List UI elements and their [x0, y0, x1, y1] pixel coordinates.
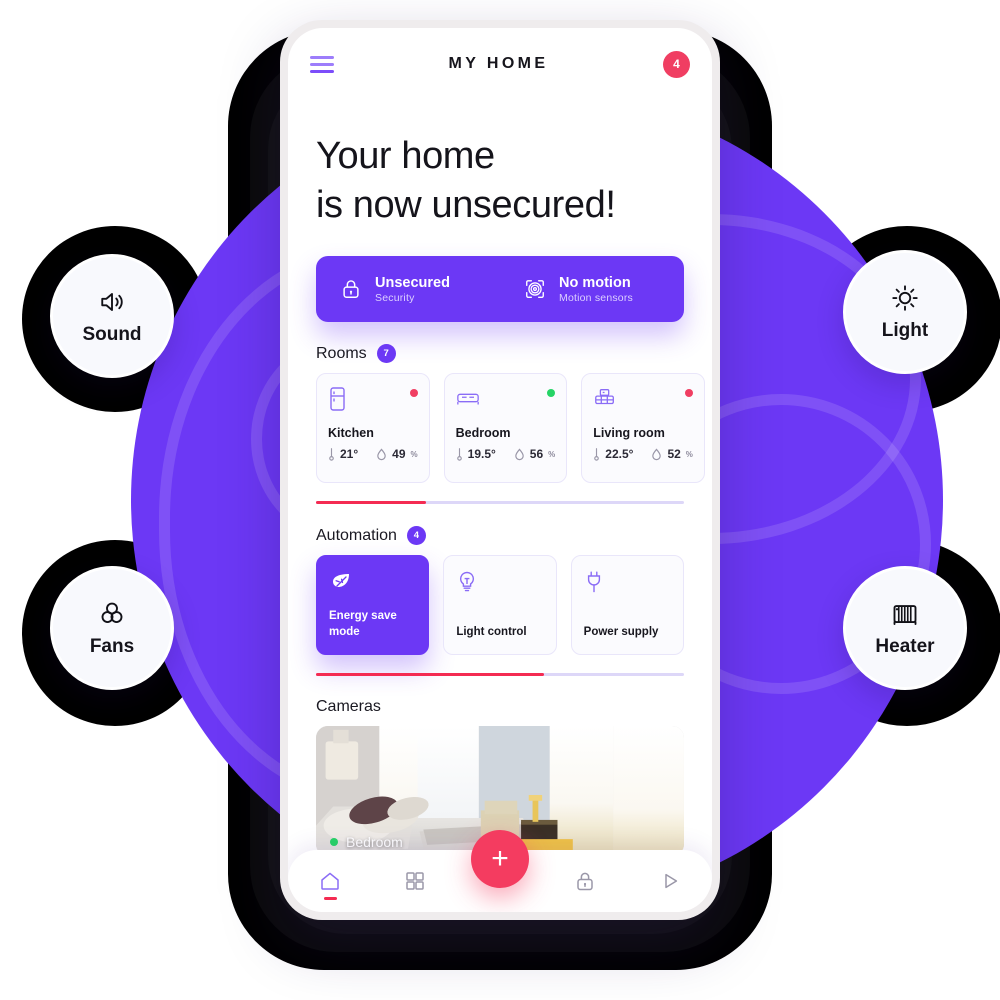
add-button[interactable]: +: [471, 830, 529, 888]
room-status-dot: [684, 389, 693, 398]
thermometer-icon: [594, 448, 600, 461]
automation-card-power-supply[interactable]: Power supply: [570, 555, 684, 656]
automation-scroll-indicator[interactable]: [316, 673, 684, 677]
automation-count-badge: 4: [406, 526, 426, 546]
headline: Your home is now unsecured!: [288, 100, 712, 230]
room-name: Bedroom: [455, 426, 511, 441]
headline-line-2: is now unsecured!: [316, 184, 616, 227]
automation-title: Automation: [316, 526, 397, 544]
status-banner[interactable]: Unsecured Security No motion Motion sens…: [316, 256, 684, 323]
sofa-icon: [595, 389, 615, 405]
thermometer-icon: [456, 448, 462, 461]
nav-active-indicator: [323, 897, 337, 900]
bubble-label: Fans: [89, 635, 135, 657]
rooms-title: Rooms: [316, 344, 367, 362]
leaf-icon: [333, 574, 349, 588]
camera-feed-label: Bedroom: [330, 834, 403, 850]
room-status-dot: [547, 389, 556, 398]
nav-item-grid[interactable]: [373, 850, 458, 912]
room-temperature: 21°: [328, 447, 358, 461]
room-card-living-room[interactable]: Living room 22.5° 52%: [581, 373, 705, 484]
automation-label: Energy save mode: [329, 610, 397, 638]
bubble-fans[interactable]: Fans: [50, 566, 174, 690]
home-icon: [321, 872, 340, 890]
phone-screen: MY HOME 4 Your home is now unsecured! Un…: [288, 28, 712, 912]
automation-card-row: Energy save mode Light control Power sup…: [288, 555, 712, 656]
room-humidity: 49%: [376, 447, 418, 461]
bottom-nav: +: [288, 830, 712, 912]
room-humidity: 52%: [651, 447, 693, 461]
status-motion-title: No motion: [559, 274, 631, 291]
cameras-title: Cameras: [316, 698, 381, 716]
automation-label: Power supply: [583, 625, 659, 638]
speaker-icon: [101, 292, 123, 311]
play-icon: [664, 873, 677, 889]
room-temperature: 19.5°: [456, 447, 496, 461]
automation-section-header: Automation 4: [288, 504, 712, 555]
rooms-card-row: Kitchen 21° 49% Bedroom 19.5° 56 % Livin…: [288, 373, 712, 484]
status-security[interactable]: Unsecured Security: [316, 274, 500, 304]
sun-icon: [892, 284, 918, 311]
camera-status-dot: [330, 838, 338, 847]
scene: MY HOME 4 Your home is now unsecured! Un…: [0, 0, 1000, 1000]
rooms-count-badge: 7: [376, 344, 396, 364]
notification-badge[interactable]: 4: [663, 50, 690, 78]
bubble-label: Sound: [82, 323, 142, 345]
room-card-kitchen[interactable]: Kitchen 21° 49%: [316, 373, 430, 484]
status-motion-subtitle: Motion sensors: [559, 292, 633, 305]
room-card-bedroom[interactable]: Bedroom 19.5° 56%: [443, 373, 568, 484]
room-status-dot: [409, 389, 418, 398]
nav-item-home[interactable]: [288, 850, 373, 912]
automation-card-light-control[interactable]: Light control: [443, 555, 557, 656]
fan-icon: [101, 602, 123, 623]
bulb-icon: [460, 571, 475, 592]
room-humidity: 56%: [514, 447, 555, 461]
radiator-icon: [893, 604, 917, 625]
page-title: MY HOME: [448, 55, 549, 72]
rooms-scroll-indicator[interactable]: [316, 501, 684, 505]
automation-card-energy-save[interactable]: Energy save mode: [316, 555, 430, 656]
room-temperature: 22.5°: [593, 447, 633, 461]
room-name: Living room: [593, 426, 665, 441]
nav-item-lock[interactable]: [542, 850, 627, 912]
nav-item-play[interactable]: [627, 850, 712, 912]
grid-icon: [406, 872, 424, 890]
humidity-icon: [652, 448, 662, 460]
bed-icon: [456, 393, 479, 405]
rooms-section-header: Rooms 7: [288, 322, 712, 373]
thermometer-icon: [329, 448, 334, 461]
cameras-section-header: Cameras: [288, 676, 712, 726]
phone-device: MY HOME 4 Your home is now unsecured! Un…: [280, 20, 720, 920]
bubble-label: Heater: [875, 635, 935, 657]
camera-room-name: Bedroom: [346, 834, 403, 851]
plug-icon: [587, 571, 600, 593]
motion-sensor-icon: [526, 280, 544, 298]
status-security-title: Unsecured: [375, 274, 450, 291]
lock-icon: [577, 872, 593, 891]
status-motion[interactable]: No motion Motion sensors: [500, 274, 684, 304]
bubble-light[interactable]: Light: [843, 250, 967, 374]
refrigerator-icon: [330, 387, 345, 411]
room-name: Kitchen: [328, 426, 374, 441]
humidity-icon: [377, 448, 386, 460]
status-security-subtitle: Security: [375, 292, 415, 305]
bubble-label: Light: [881, 319, 929, 341]
bubble-sound[interactable]: Sound: [50, 254, 174, 378]
headline-line-1: Your home: [316, 135, 495, 177]
automation-label: Light control: [456, 625, 527, 638]
hamburger-icon[interactable]: [310, 55, 334, 73]
humidity-icon: [515, 448, 524, 460]
bubble-heater[interactable]: Heater: [843, 566, 967, 690]
lock-icon: [343, 280, 359, 299]
app-bar: MY HOME 4: [288, 28, 712, 100]
